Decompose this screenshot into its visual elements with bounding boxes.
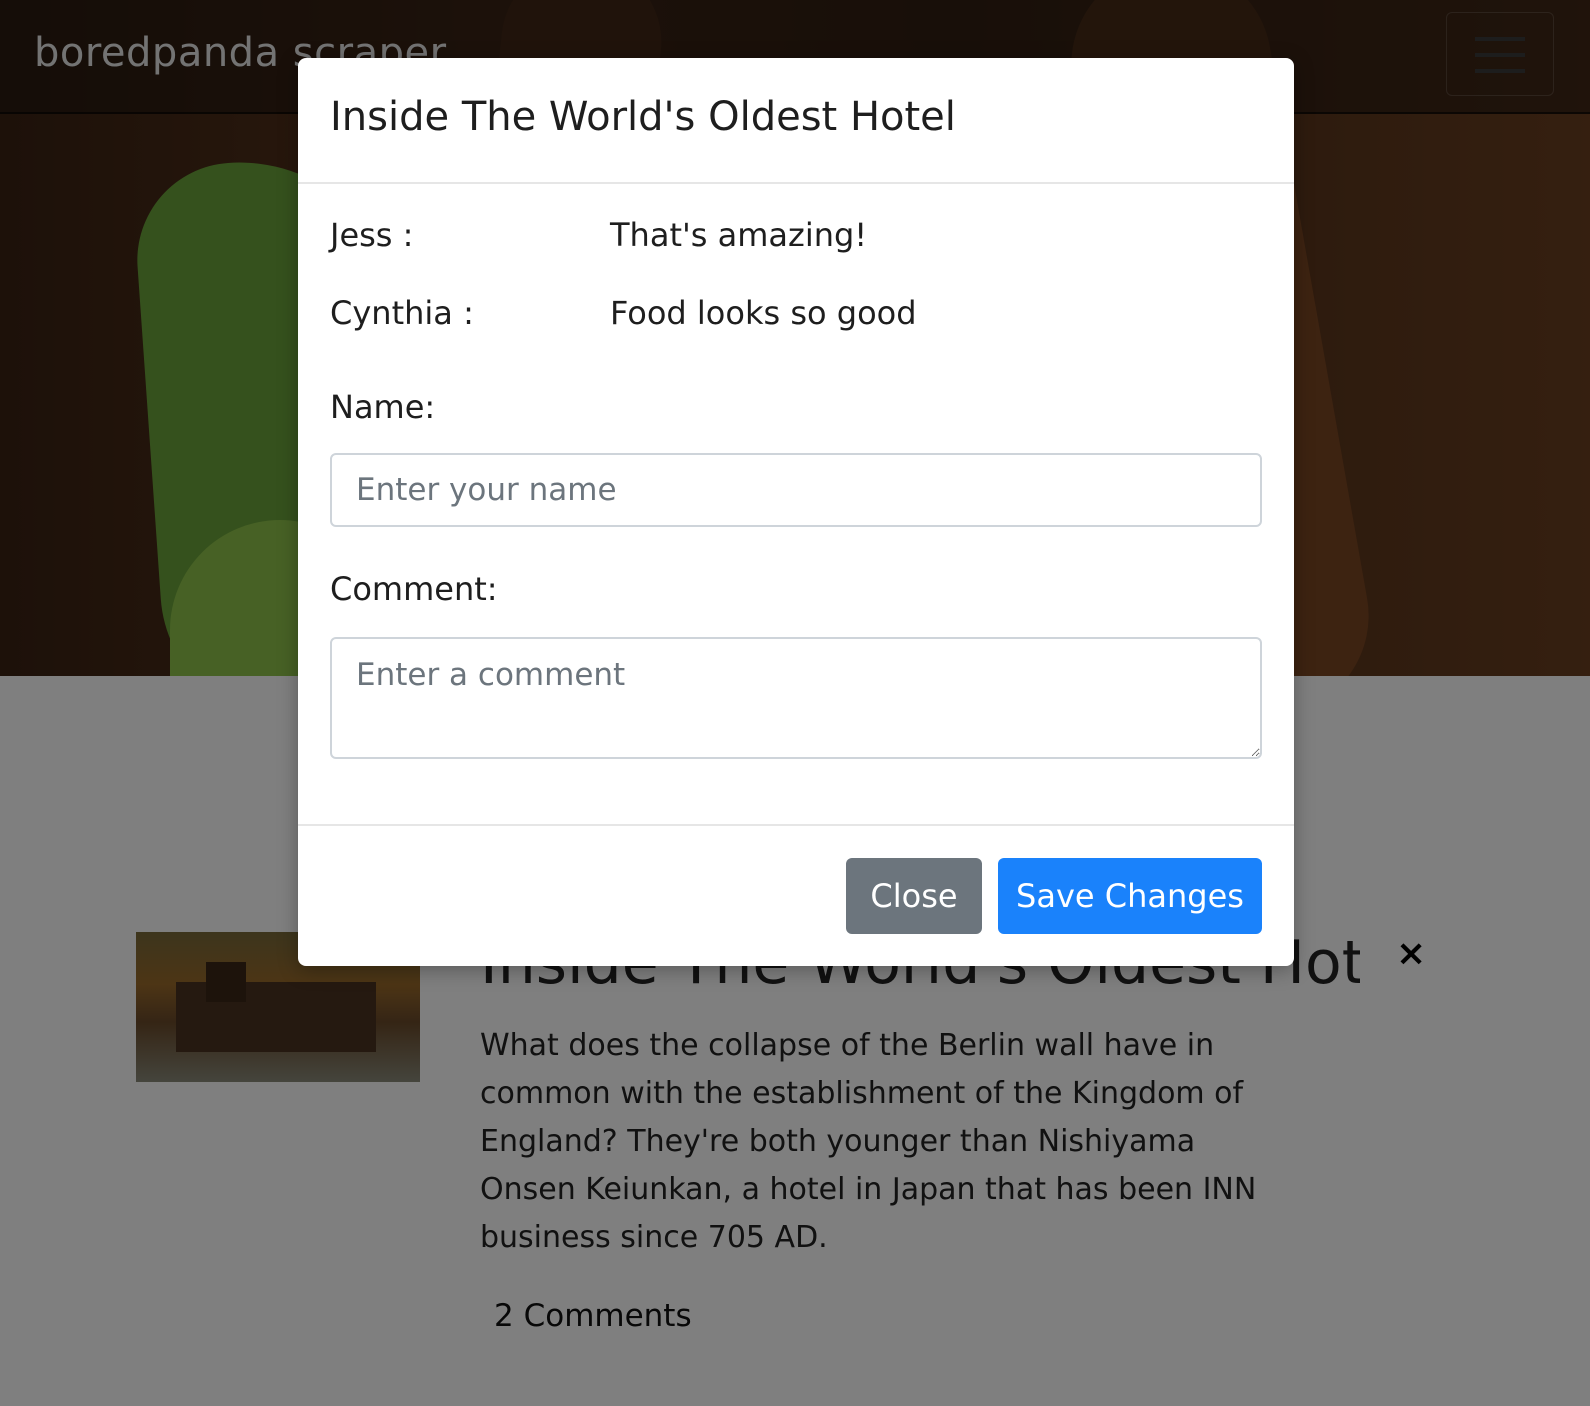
name-label: Name: [330,388,436,426]
comment-modal: Inside The World's Oldest Hotel Jess : T… [298,58,1294,966]
comment-textarea[interactable] [330,637,1262,759]
comment-item: Jess : That's amazing! [330,216,1260,260]
comment-item: Cynthia : Food looks so good [330,294,1260,338]
close-button[interactable]: Close [846,858,982,934]
name-input[interactable] [330,453,1262,527]
comment-text: Food looks so good [610,294,917,332]
save-changes-button[interactable]: Save Changes [998,858,1262,934]
modal-header: Inside The World's Oldest Hotel [298,58,1294,184]
modal-footer: Close Save Changes [298,824,1294,968]
comment-author: Cynthia : [330,294,474,332]
comment-label: Comment: [330,570,498,608]
modal-title: Inside The World's Oldest Hotel [330,94,956,140]
comment-author: Jess : [330,216,414,254]
comment-text: That's amazing! [610,216,868,254]
